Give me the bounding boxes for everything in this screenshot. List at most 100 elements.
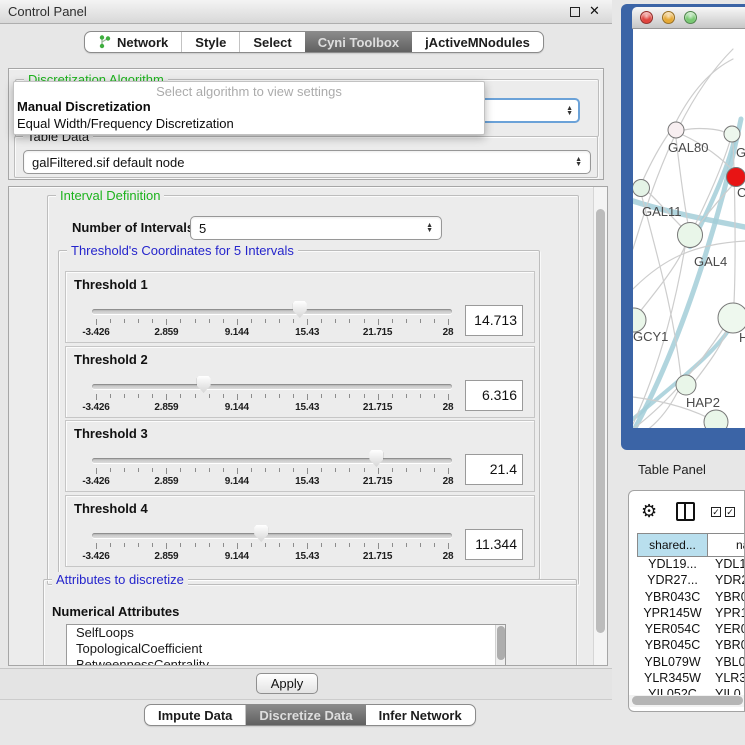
- algorithm-combobox[interactable]: ▲▼: [478, 98, 580, 123]
- tab-discretize-data[interactable]: Discretize Data: [245, 705, 365, 725]
- slider-track[interactable]: [92, 533, 452, 538]
- list-item[interactable]: TopologicalCoefficient: [67, 641, 505, 657]
- table-row[interactable]: YIL052CYIL0: [637, 687, 745, 695]
- table-data-combobox[interactable]: galFiltered.sif default node ▲▼: [23, 150, 591, 174]
- tab-infer-network[interactable]: Infer Network: [366, 705, 475, 725]
- cell-shared-name: YDR27...: [637, 573, 708, 589]
- algorithm-option-equal-width-frequency-discretization[interactable]: Equal Width/Frequency Discretization: [17, 116, 234, 131]
- threshold-slider[interactable]: [92, 456, 452, 466]
- threshold-value-field[interactable]: 21.4: [465, 454, 523, 485]
- tick-mark: [392, 394, 393, 398]
- slider-thumb-icon[interactable]: [254, 525, 268, 542]
- tick-mark: [96, 543, 97, 549]
- close-icon[interactable]: ✕: [589, 3, 600, 19]
- network-node[interactable]: [676, 375, 696, 395]
- table-row[interactable]: YBR045CYBR0: [637, 638, 745, 654]
- tick-mark: [378, 319, 379, 325]
- tick-mark: [335, 543, 336, 547]
- slider-track[interactable]: [92, 384, 452, 389]
- table-row[interactable]: YBL079WYBL0: [637, 655, 745, 671]
- network-node[interactable]: [633, 180, 650, 197]
- split-pane-icon[interactable]: [676, 502, 695, 521]
- tick-mark: [152, 543, 153, 547]
- column-header-shared-name[interactable]: shared...: [637, 533, 708, 557]
- cell-name: YPR1: [708, 606, 745, 622]
- tick-mark: [96, 319, 97, 325]
- tab-style[interactable]: Style: [181, 32, 239, 52]
- table-row[interactable]: YLR345WYLR3: [637, 671, 745, 687]
- interval-definition-label: Interval Definition: [56, 188, 164, 203]
- slider-tick-labels: -3.4262.8599.14415.4321.71528: [92, 476, 452, 488]
- mac-zoom-icon[interactable]: [684, 11, 697, 24]
- threshold-label: Threshold 1: [74, 277, 148, 292]
- tab-label: jActiveMNodules: [425, 35, 530, 50]
- slider-thumb-icon[interactable]: [197, 376, 211, 393]
- checkbox-icon[interactable]: ✓: [711, 507, 721, 517]
- list-item[interactable]: SelfLoops: [67, 625, 505, 641]
- threshold-value-field[interactable]: 14.713: [465, 305, 523, 336]
- network-node-label: HAP2: [686, 395, 720, 410]
- mac-minimize-icon[interactable]: [662, 11, 675, 24]
- tick-mark: [349, 394, 350, 398]
- tick-mark: [321, 394, 322, 398]
- tick-mark: [195, 543, 196, 547]
- network-node[interactable]: [718, 303, 745, 333]
- table-row[interactable]: YDR27...YDR2: [637, 573, 745, 589]
- tick-mark: [251, 394, 252, 398]
- network-canvas[interactable]: GAL80GACGAL11GAL4GCY1HHAP2: [633, 29, 745, 428]
- table-row[interactable]: YPR145WYPR1: [637, 606, 745, 622]
- threshold-slider[interactable]: [92, 531, 452, 541]
- cell-shared-name: YBR043C: [637, 590, 708, 606]
- network-node[interactable]: [727, 168, 745, 187]
- tab-cyni-toolbox[interactable]: Cyni Toolbox: [305, 32, 412, 52]
- checkbox-icon[interactable]: ✓: [725, 507, 735, 517]
- network-node[interactable]: [704, 410, 728, 428]
- network-node[interactable]: [724, 126, 740, 142]
- threshold-label: Threshold 3: [74, 426, 148, 441]
- network-edge[interactable]: [684, 129, 724, 132]
- tick-label: 2.859: [138, 476, 194, 487]
- tick-label: 21.715: [350, 327, 406, 338]
- threshold-slider[interactable]: [92, 307, 452, 317]
- table-horizontal-scrollbar[interactable]: [629, 695, 745, 707]
- tab-label: Style: [195, 35, 226, 50]
- slider-track[interactable]: [92, 458, 452, 463]
- tick-mark: [279, 468, 280, 472]
- gear-icon[interactable]: ⚙: [641, 501, 657, 522]
- float-window-icon[interactable]: [570, 7, 580, 17]
- apply-button[interactable]: Apply: [256, 673, 318, 694]
- mac-close-icon[interactable]: [640, 11, 653, 24]
- attributes-scrollbar[interactable]: [495, 625, 506, 666]
- tab-network[interactable]: Network: [85, 32, 181, 52]
- column-header-name[interactable]: na: [708, 533, 745, 557]
- numerical-attributes-list[interactable]: SelfLoopsTopologicalCoefficientBetweenne…: [66, 624, 506, 666]
- network-node[interactable]: [678, 223, 703, 248]
- algorithm-option-manual-discretization[interactable]: Manual Discretization: [17, 99, 151, 114]
- tick-mark: [364, 468, 365, 472]
- threshold-label: Threshold 4: [74, 501, 148, 516]
- list-item[interactable]: BetweennessCentrality: [67, 657, 505, 666]
- tick-mark: [279, 319, 280, 323]
- tick-mark: [307, 394, 308, 400]
- cell-shared-name: YBR045C: [637, 638, 708, 654]
- slider-thumb-icon[interactable]: [369, 450, 383, 467]
- table-row[interactable]: YDL19...YDL1: [637, 557, 745, 573]
- network-edge[interactable]: [676, 59, 733, 122]
- threshold-slider[interactable]: [92, 382, 452, 392]
- tab-select[interactable]: Select: [239, 32, 304, 52]
- tick-mark: [293, 543, 294, 547]
- settings-scrollbar[interactable]: [593, 187, 608, 665]
- network-node[interactable]: [668, 122, 684, 138]
- tick-mark: [110, 468, 111, 472]
- table-row[interactable]: YBR043CYBR0: [637, 590, 745, 606]
- slider-track[interactable]: [92, 309, 452, 314]
- slider-thumb-icon[interactable]: [293, 301, 307, 318]
- tick-mark: [251, 319, 252, 323]
- tab-jactivemnodules[interactable]: jActiveMNodules: [412, 32, 543, 52]
- threshold-value-field[interactable]: 11.344: [465, 529, 523, 560]
- number-of-intervals-combobox[interactable]: 5 ▲▼: [190, 216, 442, 240]
- threshold-value-field[interactable]: 6.316: [465, 380, 523, 411]
- tab-impute-data[interactable]: Impute Data: [145, 705, 245, 725]
- tick-mark: [434, 394, 435, 398]
- table-row[interactable]: YER054CYER0: [637, 622, 745, 638]
